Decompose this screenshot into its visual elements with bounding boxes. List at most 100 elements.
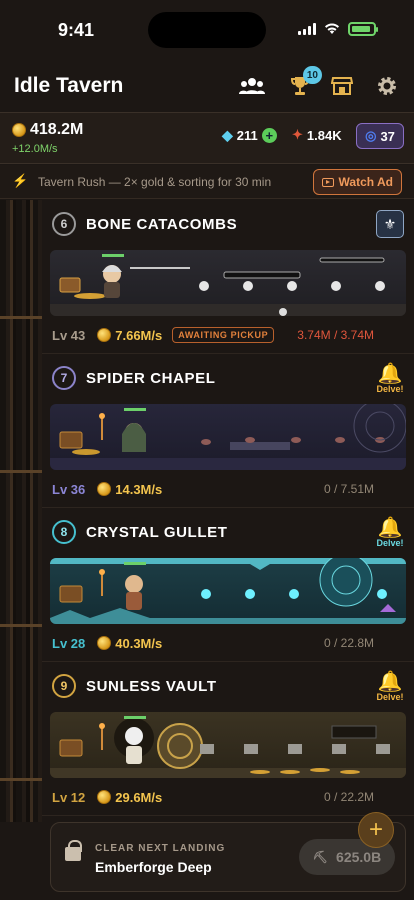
plus-icon: +: [368, 816, 383, 843]
floor-footer: Lv 36 14.3M/s 0 / 7.51M: [52, 480, 404, 498]
shaft-rail: [10, 200, 13, 822]
tavern-rush-banner: ⚡ Tavern Rush — 2× gold & sorting for 30…: [0, 165, 414, 199]
floor-storage: 0 / 22.2M: [323, 790, 374, 804]
dynamic-island: [148, 12, 266, 48]
gold-coin-icon: [97, 790, 112, 804]
app-title: Idle Tavern: [14, 74, 124, 97]
floor-rate-value: 29.6M/s: [115, 789, 163, 805]
floor-rate: 7.66M/s: [97, 328, 162, 343]
floor-level: Lv 36: [52, 481, 86, 497]
floor-scene[interactable]: [50, 250, 406, 316]
floor-crystal-gullet[interactable]: 8 CRYSTAL GULLET 🔔 Delve! Lv 28 40.3M/s …: [42, 508, 414, 662]
floor-name: SPIDER CHAPEL: [86, 369, 216, 387]
shop-icon[interactable]: [328, 72, 356, 100]
delve-button[interactable]: 🔔 Delve!: [376, 364, 404, 394]
shaft-beam: [0, 316, 42, 319]
elevator-shaft: [0, 200, 42, 822]
status-bar: 9:41: [0, 0, 414, 56]
floor-rate: 40.3M/s: [97, 636, 162, 651]
gem-amount: 211: [236, 128, 258, 143]
gem-icon: ◆: [222, 127, 233, 143]
floor-sunless-vault[interactable]: 9 SUNLESS VAULT 🔔 Delve! Lv 12 29.6M/s 0…: [42, 662, 414, 816]
delve-label: Delve!: [376, 384, 404, 394]
next-landing-label: CLEAR NEXT LANDING: [95, 843, 226, 854]
trophy-icon[interactable]: 10: [286, 66, 322, 100]
bell-icon: 🔔: [377, 517, 403, 539]
settings-gear-icon[interactable]: [373, 72, 401, 100]
wifi-icon: [325, 23, 339, 34]
shaft-beam: [0, 470, 42, 473]
rush-text: Tavern Rush — 2× gold & sorting for 30 m…: [38, 175, 272, 189]
floor-rate: 29.6M/s: [97, 790, 162, 805]
floor-rate-value: 40.3M/s: [115, 635, 163, 651]
floor-spider-chapel[interactable]: 7 SPIDER CHAPEL 🔔 Delve! Lv 36 14.3M/s 0…: [42, 354, 414, 508]
add-gems-button[interactable]: +: [261, 128, 277, 143]
lock-icon: [65, 840, 82, 861]
floor-rate: 14.3M/s: [97, 482, 162, 497]
portal-amount: 37: [380, 128, 395, 144]
next-landing-panel: CLEAR NEXT LANDING Emberforge Deep ⛏ 625…: [50, 822, 406, 892]
watch-ad-label: Watch Ad: [338, 175, 393, 189]
floor-footer: Lv 12 29.6M/s 0 / 22.2M: [52, 788, 404, 806]
guild-icon[interactable]: [238, 72, 266, 100]
bell-icon: 🔔: [377, 671, 403, 693]
gold-rate: +12.0M/s: [12, 143, 58, 155]
shaft-beam: [0, 778, 42, 781]
watch-ad-button[interactable]: Watch Ad: [312, 169, 402, 195]
clear-landing-cost: 625.0B: [336, 849, 382, 865]
gold-balance: 418.2M: [12, 121, 83, 139]
floor-header: 9 SUNLESS VAULT: [52, 674, 217, 698]
floor-level: Lv 28: [52, 635, 86, 651]
floor-level: Lv 12: [52, 789, 86, 805]
add-floor-button[interactable]: +: [358, 812, 394, 848]
floor-header: 8 CRYSTAL GULLET: [52, 520, 227, 544]
status-time: 9:41: [58, 20, 95, 40]
floor-name: CRYSTAL GULLET: [86, 523, 228, 541]
gold-coin-icon: [97, 636, 112, 650]
floor-scene[interactable]: [50, 404, 406, 470]
delve-label: Delve!: [376, 538, 404, 548]
battery-icon: [348, 22, 378, 36]
floor-level: Lv 43: [52, 327, 86, 343]
gold-coin-icon: [97, 328, 112, 342]
delve-button[interactable]: 🔔 Delve!: [376, 518, 404, 548]
floor-number: 7: [52, 366, 76, 390]
shaft-rail: [30, 200, 33, 822]
floor-bone-catacombs[interactable]: 6 BONE CATACOMBS ⚜ Lv 43 7.66M/s AWAITIN…: [42, 200, 414, 354]
delve-button[interactable]: 🔔 Delve!: [376, 672, 404, 702]
floor-header: 7 SPIDER CHAPEL: [52, 366, 216, 390]
gold-amount: 418.2M: [30, 121, 84, 138]
floor-footer: Lv 28 40.3M/s 0 / 22.8M: [52, 634, 404, 652]
portal-swirl-icon: ◎: [365, 128, 377, 143]
play-video-icon: [321, 177, 334, 187]
bell-icon: 🔔: [377, 363, 403, 385]
cellular-signal-icon: [298, 23, 316, 35]
floor-scene[interactable]: [50, 558, 406, 624]
medal-amount: 1.84K: [306, 127, 342, 143]
gold-coin-icon: [97, 482, 112, 496]
lightning-bolt-icon: ⚡: [12, 173, 29, 188]
floor-number: 8: [52, 520, 76, 544]
fleur-de-lis-gadget-icon[interactable]: ⚜: [376, 210, 404, 238]
floor-rate-value: 7.66M/s: [115, 327, 163, 343]
floor-storage: 3.74M / 3.74M: [297, 328, 374, 342]
next-landing-name: Emberforge Deep: [95, 859, 212, 875]
floor-footer: Lv 43 7.66M/s AWAITING PICKUP 3.74M / 3.…: [52, 326, 404, 344]
pickaxe-icon: ⛏: [312, 850, 329, 864]
floor-name: SUNLESS VAULT: [86, 677, 217, 695]
floor-rate-value: 14.3M/s: [115, 481, 163, 497]
portal-counter[interactable]: ◎ 37: [356, 123, 404, 149]
floor-number: 9: [52, 674, 76, 698]
delve-label: Delve!: [376, 692, 404, 702]
gem-counter[interactable]: ◆ 211 +: [222, 127, 277, 144]
floor-storage: 0 / 22.8M: [323, 636, 374, 650]
app-header: Idle Tavern 10: [0, 60, 414, 110]
currency-bar: 418.2M +12.0M/s ◆ 211 + ✦ 1.84K ◎ 37: [0, 112, 414, 164]
floor-name: BONE CATACOMBS: [86, 215, 238, 233]
status-icons: [298, 22, 378, 36]
trophy-badge: 10: [302, 66, 322, 84]
floor-header: 6 BONE CATACOMBS: [52, 212, 237, 236]
floor-scene[interactable]: [50, 712, 406, 778]
awaiting-pickup-badge: AWAITING PICKUP: [172, 327, 275, 343]
shaft-beam: [0, 624, 42, 627]
